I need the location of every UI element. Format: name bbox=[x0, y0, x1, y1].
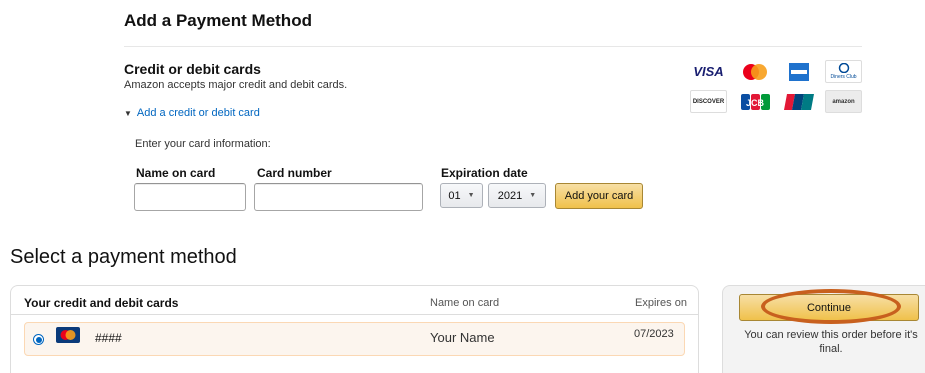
discover-logo-text: DISCOVER bbox=[692, 98, 725, 105]
expiration-date-label: Expiration date bbox=[441, 166, 528, 180]
radio-dot bbox=[35, 336, 42, 343]
visa-logo-icon: VISA bbox=[690, 60, 727, 83]
jcb-logo-text: JCB bbox=[745, 98, 764, 108]
expiration-month-select[interactable]: 01 ▼ bbox=[440, 183, 483, 208]
expires-column-header: Expires on bbox=[635, 297, 687, 309]
add-your-card-button[interactable]: Add your card bbox=[555, 183, 643, 209]
add-payment-title: Add a Payment Method bbox=[124, 11, 312, 30]
card-number-masked: #### bbox=[95, 331, 122, 345]
add-card-link-label: Add a credit or debit card bbox=[136, 107, 260, 119]
diners-club-logo-icon: Diners Club bbox=[825, 60, 862, 83]
name-on-card-input[interactable] bbox=[134, 183, 246, 211]
expand-triangle-icon: ▼ bbox=[124, 109, 132, 118]
discover-logo-icon: DISCOVER bbox=[690, 90, 727, 113]
credit-cards-subtitle: Amazon accepts major credit and debit ca… bbox=[124, 79, 348, 91]
amex-logo-icon bbox=[780, 60, 817, 83]
add-card-link[interactable]: ▼ Add a credit or debit card bbox=[124, 107, 260, 119]
mastercard-icon bbox=[56, 327, 80, 343]
amazon-logo-text: amazon bbox=[832, 98, 855, 105]
amazon-card-logo-icon: amazon bbox=[825, 90, 862, 113]
credit-cards-heading: Credit or debit cards bbox=[124, 61, 261, 77]
chevron-down-icon: ▼ bbox=[467, 192, 475, 199]
cards-section-header: Your credit and debit cards bbox=[24, 296, 179, 310]
section-divider bbox=[124, 46, 862, 47]
year-value: 2021 bbox=[497, 189, 523, 202]
card-number-input[interactable] bbox=[254, 183, 423, 211]
card-number-label: Card number bbox=[257, 166, 332, 180]
enter-card-info-label: Enter your card information: bbox=[135, 138, 271, 150]
card-holder-name: Your Name bbox=[430, 330, 495, 345]
expiration-year-select[interactable]: 2021 ▼ bbox=[488, 183, 546, 208]
month-value: 01 bbox=[448, 189, 461, 202]
header-divider bbox=[10, 314, 699, 315]
visa-logo-text: VISA bbox=[693, 64, 724, 79]
name-column-header: Name on card bbox=[430, 297, 500, 309]
chevron-down-icon: ▼ bbox=[529, 192, 537, 199]
mastercard-logo-icon bbox=[736, 60, 773, 83]
unionpay-logo-icon bbox=[780, 90, 817, 113]
diners-logo-text: Diners Club bbox=[830, 73, 857, 80]
name-on-card-label: Name on card bbox=[136, 166, 216, 180]
card-radio-button[interactable] bbox=[33, 334, 44, 345]
selected-card-row[interactable] bbox=[24, 322, 685, 356]
select-payment-title: Select a payment method bbox=[10, 246, 237, 268]
jcb-logo-icon: JCB bbox=[736, 90, 773, 113]
review-order-text: You can review this order before it's fi… bbox=[744, 329, 918, 355]
continue-button[interactable]: Continue bbox=[739, 294, 919, 321]
card-expiry: 07/2023 bbox=[634, 328, 674, 340]
